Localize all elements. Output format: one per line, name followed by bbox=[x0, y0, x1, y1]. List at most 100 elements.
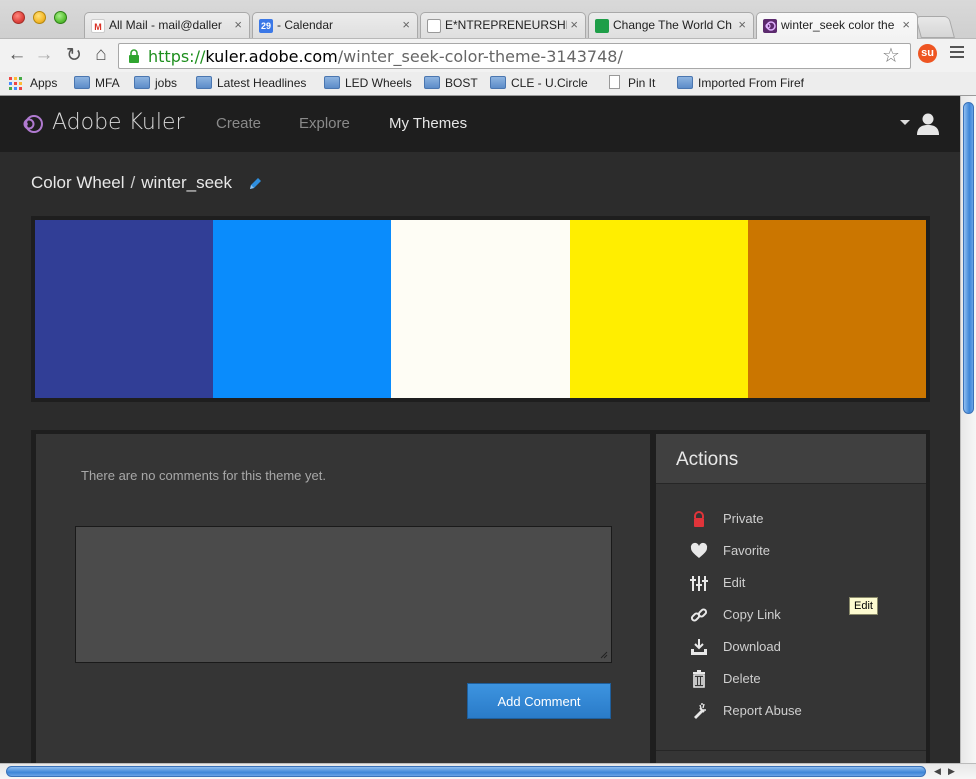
bookmark-label: Latest Headlines bbox=[217, 76, 307, 90]
folder-icon bbox=[134, 76, 150, 89]
page-icon bbox=[427, 19, 441, 33]
close-icon[interactable]: × bbox=[902, 17, 910, 32]
add-comment-button[interactable]: Add Comment bbox=[467, 683, 611, 719]
breadcrumb-color-wheel[interactable]: Color Wheel bbox=[31, 173, 125, 192]
action-label: Favorite bbox=[723, 543, 770, 558]
action-edit[interactable]: Edit bbox=[656, 572, 926, 596]
close-icon[interactable]: × bbox=[738, 17, 746, 32]
breadcrumb-separator: / bbox=[130, 173, 136, 192]
action-label: Delete bbox=[723, 671, 761, 686]
tab-entrepreneurship[interactable]: E*NTREPRENEURSHIP × bbox=[420, 12, 586, 39]
scroll-left-arrow-icon[interactable]: ◀ bbox=[934, 766, 941, 777]
pencil-icon[interactable] bbox=[247, 176, 263, 192]
action-download[interactable]: Download bbox=[656, 636, 926, 660]
new-tab-button[interactable] bbox=[915, 16, 955, 38]
action-label: Edit bbox=[723, 575, 746, 590]
sheet-icon bbox=[595, 19, 609, 33]
folder-icon bbox=[490, 76, 506, 89]
resize-grip-icon[interactable] bbox=[598, 649, 608, 659]
color-swatch-2[interactable] bbox=[213, 220, 392, 398]
bookmark-cle-ucircle[interactable]: CLE - U.Circle bbox=[490, 76, 588, 90]
action-private[interactable]: Private bbox=[656, 508, 926, 532]
action-copy-link[interactable]: Copy Link bbox=[656, 604, 926, 628]
menu-icon[interactable] bbox=[950, 46, 964, 61]
action-favorite[interactable]: Favorite bbox=[656, 540, 926, 564]
folder-icon bbox=[424, 76, 440, 89]
bookmark-led-wheels[interactable]: LED Wheels bbox=[324, 76, 412, 90]
close-icon[interactable]: × bbox=[234, 17, 242, 32]
horizontal-scroll-thumb[interactable] bbox=[6, 766, 926, 777]
back-arrow-icon[interactable]: ← bbox=[6, 44, 28, 66]
reload-icon[interactable]: ↻ bbox=[63, 44, 85, 67]
action-report-abuse[interactable]: Report Abuse bbox=[656, 700, 926, 724]
nav-create[interactable]: Create bbox=[216, 115, 261, 132]
folder-icon bbox=[74, 76, 90, 89]
brand-name[interactable]: Adobe Kuler bbox=[52, 110, 185, 135]
horizontal-scrollbar[interactable]: ◀ ▶ bbox=[0, 763, 976, 779]
bookmark-jobs[interactable]: jobs bbox=[134, 76, 177, 90]
page-icon bbox=[609, 75, 620, 89]
no-comments-text: There are no comments for this theme yet… bbox=[81, 468, 326, 483]
bookmark-label: Pin It bbox=[628, 76, 656, 90]
zoom-window-button[interactable] bbox=[54, 11, 67, 24]
actions-title: Actions bbox=[676, 449, 739, 470]
download-icon bbox=[691, 639, 707, 655]
nav-my-themes[interactable]: My Themes bbox=[389, 115, 467, 132]
heart-icon bbox=[690, 542, 708, 558]
kuler-header: Adobe Kuler Create Explore My Themes bbox=[0, 96, 960, 152]
bookmark-apps[interactable]: Apps bbox=[9, 76, 57, 90]
bookmark-label: jobs bbox=[155, 76, 178, 90]
nav-explore[interactable]: Explore bbox=[299, 115, 350, 132]
folder-icon bbox=[324, 76, 340, 89]
theme-name: winter_seek bbox=[141, 173, 232, 192]
browser-chrome: M All Mail - mail@daller × 29 - Calendar… bbox=[0, 0, 976, 96]
close-icon[interactable]: × bbox=[570, 17, 578, 32]
close-icon[interactable]: × bbox=[402, 17, 410, 32]
action-label: Download bbox=[723, 639, 781, 654]
user-icon[interactable] bbox=[915, 112, 941, 136]
stumbleupon-icon[interactable]: su bbox=[918, 44, 937, 63]
action-delete[interactable]: Delete bbox=[656, 668, 926, 692]
tab-calendar[interactable]: 29 - Calendar × bbox=[252, 12, 418, 39]
kuler-logo-icon[interactable] bbox=[20, 112, 44, 136]
action-label: Private bbox=[723, 511, 764, 526]
actions-panel: Actions Private Favorite Edit Copy Link … bbox=[656, 434, 926, 763]
action-label: Copy Link bbox=[723, 607, 781, 622]
lock-icon bbox=[694, 511, 704, 527]
tab-gmail[interactable]: M All Mail - mail@daller × bbox=[84, 12, 250, 39]
color-swatch-1[interactable] bbox=[35, 220, 214, 398]
bookmark-mfa[interactable]: MFA bbox=[74, 76, 120, 90]
color-swatch-5[interactable] bbox=[747, 220, 927, 398]
scroll-right-arrow-icon[interactable]: ▶ bbox=[948, 766, 955, 777]
close-window-button[interactable] bbox=[12, 11, 25, 24]
action-label: Report Abuse bbox=[723, 703, 802, 718]
color-swatch-4[interactable] bbox=[569, 220, 748, 398]
home-icon[interactable]: ⌂ bbox=[90, 44, 112, 66]
url-scheme: https:// bbox=[148, 47, 206, 66]
gmail-icon: M bbox=[91, 19, 105, 33]
bookmark-label: LED Wheels bbox=[345, 76, 412, 90]
tab-change-the-world[interactable]: Change The World Ch × bbox=[588, 12, 754, 39]
edit-tooltip: Edit bbox=[849, 597, 878, 615]
bookmark-bost[interactable]: BOST bbox=[424, 76, 478, 90]
bookmark-label: MFA bbox=[95, 76, 120, 90]
color-swatch-3[interactable] bbox=[391, 220, 570, 398]
bookmark-imported-from-firefox[interactable]: Imported From Firef bbox=[677, 76, 812, 90]
tab-strip: M All Mail - mail@daller × 29 - Calendar… bbox=[0, 0, 976, 39]
breadcrumb: Color Wheel / winter_seek bbox=[31, 173, 263, 193]
bookmark-pin-it[interactable]: Pin It bbox=[607, 75, 656, 90]
chevron-down-icon[interactable] bbox=[900, 120, 910, 125]
minimize-window-button[interactable] bbox=[33, 11, 46, 24]
comment-textarea[interactable] bbox=[75, 526, 612, 663]
tab-winter-seek[interactable]: winter_seek color the × bbox=[756, 12, 918, 39]
folder-icon bbox=[677, 76, 693, 89]
folder-icon bbox=[196, 76, 212, 89]
vertical-scrollbar[interactable] bbox=[960, 96, 976, 763]
bookmark-star-icon[interactable]: ☆ bbox=[882, 43, 900, 68]
apps-icon bbox=[9, 77, 22, 90]
forward-arrow-icon[interactable]: → bbox=[33, 44, 55, 66]
vertical-scroll-thumb[interactable] bbox=[963, 102, 974, 414]
address-bar[interactable]: https://kuler.adobe.com/winter_seek-colo… bbox=[118, 43, 911, 69]
bookmark-latest-headlines[interactable]: Latest Headlines bbox=[196, 76, 306, 90]
browser-toolbar: ← → ↻ ⌂ https://kuler.adobe.com/winter_s… bbox=[0, 38, 976, 72]
